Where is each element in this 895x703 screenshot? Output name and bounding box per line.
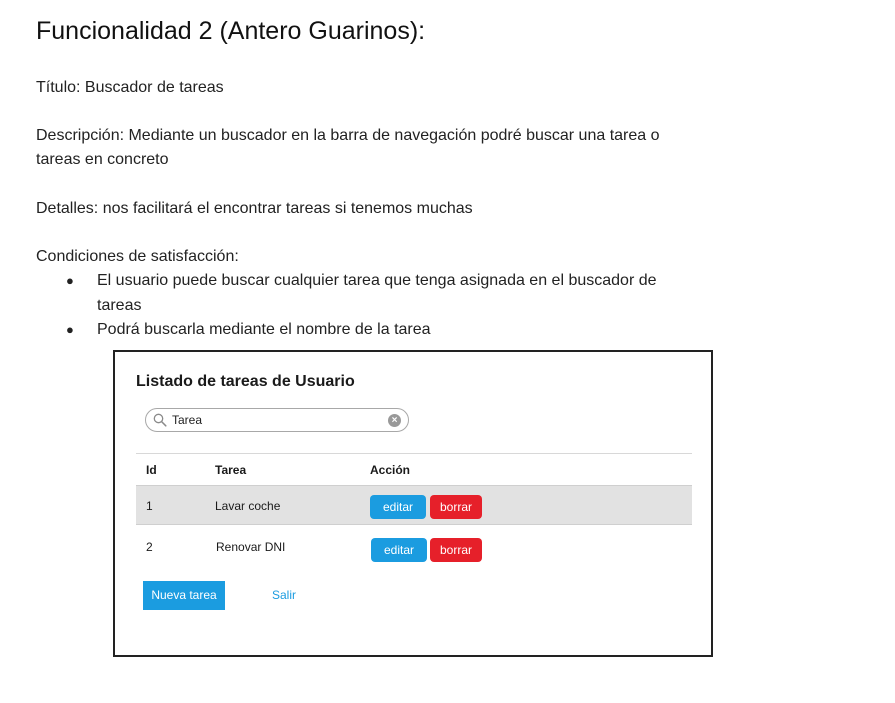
table-divider [136, 453, 692, 454]
task-list-mockup: Listado de tareas de Usuario × Id Tarea … [113, 350, 713, 657]
row-id: 1 [146, 499, 153, 513]
titulo-line: Título: Buscador de tareas [36, 79, 224, 96]
document-title: Funcionalidad 2 (Antero Guarinos): [36, 17, 426, 45]
bullet-1-line-2: tareas [97, 297, 142, 314]
column-header-tarea: Tarea [215, 463, 247, 477]
clear-icon[interactable]: × [388, 414, 401, 427]
row-task-name: Renovar DNI [216, 540, 286, 554]
delete-button[interactable]: borrar [430, 495, 482, 519]
descripcion-line-2: tareas en concreto [36, 151, 169, 168]
table-row: 1 Lavar coche editar borrar [136, 485, 692, 525]
edit-button[interactable]: editar [371, 538, 427, 562]
mockup-title: Listado de tareas de Usuario [136, 373, 355, 390]
column-header-accion: Acción [370, 463, 411, 477]
table-row: 2 Renovar DNI editar borrar [136, 527, 692, 567]
edit-button[interactable]: editar [370, 495, 426, 519]
search-box[interactable]: × [145, 408, 409, 432]
bullet-icon: ● [66, 273, 74, 288]
row-task-name: Lavar coche [215, 499, 281, 513]
bullet-icon: ● [66, 322, 74, 337]
bullet-1-line-1: El usuario puede buscar cualquier tarea … [97, 272, 657, 289]
exit-link[interactable]: Salir [272, 588, 296, 602]
row-id: 2 [146, 540, 153, 554]
detalles-line: Detalles: nos facilitará el encontrar ta… [36, 200, 473, 217]
condiciones-heading: Condiciones de satisfacción: [36, 248, 239, 265]
bullet-2-line-1: Podrá buscarla mediante el nombre de la … [97, 321, 431, 338]
descripcion-line-1: Descripción: Mediante un buscador en la … [36, 127, 660, 144]
search-icon [153, 413, 167, 427]
column-header-id: Id [146, 463, 157, 477]
new-task-button[interactable]: Nueva tarea [143, 581, 225, 610]
search-input[interactable] [172, 411, 382, 429]
delete-button[interactable]: borrar [430, 538, 482, 562]
